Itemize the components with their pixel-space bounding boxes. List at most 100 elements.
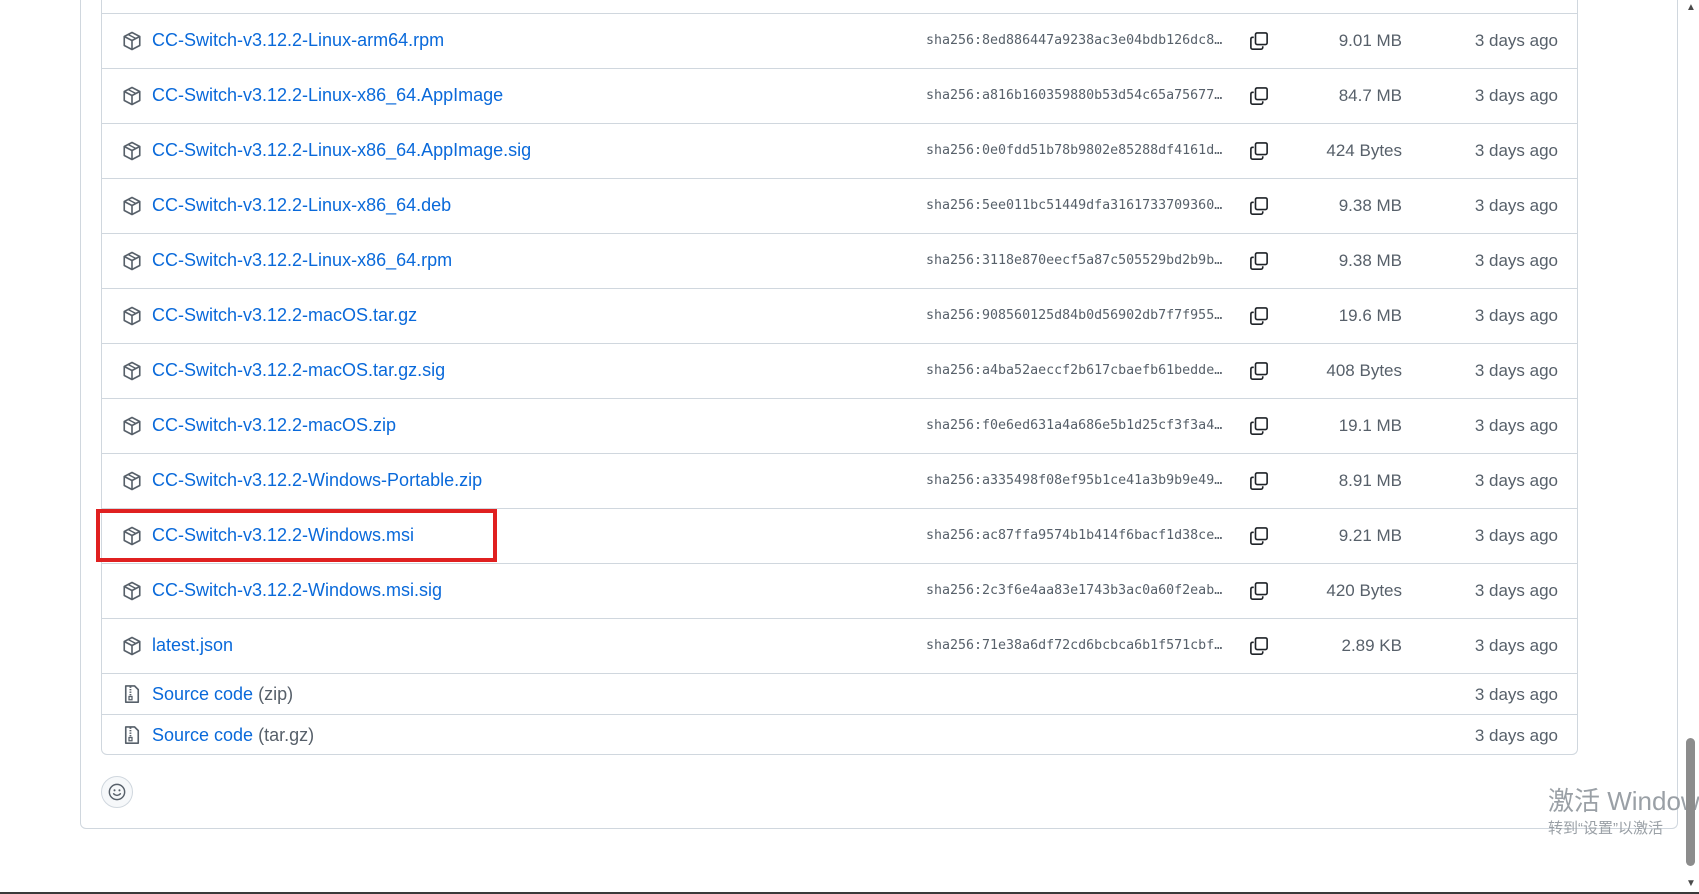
source-code-link[interactable]: Source code (zip) (152, 684, 293, 705)
asset-size: 2.89 KB (1341, 636, 1403, 655)
asset-row: CC-Switch-v3.12.2-macOS.zip sha256:f0e6ed… (102, 399, 1577, 454)
asset-date: 3 days ago (1474, 361, 1558, 380)
package-icon (122, 86, 142, 106)
copy-icon[interactable] (1249, 416, 1269, 436)
asset-date: 3 days ago (1474, 306, 1558, 325)
copy-icon[interactable] (1249, 251, 1269, 271)
asset-name-link[interactable]: CC-Switch-v3.12.2-Linux-x86_64.rpm (152, 250, 452, 271)
asset-size: 9.38 MB (1338, 251, 1402, 270)
source-code-date: 3 days ago (1474, 685, 1558, 704)
asset-size: 84.7 MB (1338, 86, 1402, 105)
source-code-format: (tar.gz) (258, 725, 315, 745)
scroll-down-arrow[interactable]: ▼ (1684, 878, 1698, 890)
asset-name-link[interactable]: CC-Switch-v3.12.2-macOS.tar.gz.sig (152, 360, 445, 381)
asset-sha256: sha256:3118e870eecf5a87c505529bd2b9b… (926, 253, 1223, 268)
asset-size: 420 Bytes (1326, 581, 1402, 600)
file-zip-icon (122, 725, 142, 745)
copy-icon[interactable] (1249, 361, 1269, 381)
asset-sha256: sha256:ac87ffa9574b1b414f6bacf1d38ce… (926, 528, 1223, 543)
copy-icon[interactable] (1249, 471, 1269, 491)
source-code-label: Source code (152, 725, 254, 745)
copy-icon[interactable] (1249, 141, 1269, 161)
file-zip-icon (122, 684, 142, 704)
add-reaction-button[interactable] (101, 776, 133, 808)
asset-name-link[interactable]: CC-Switch-v3.12.2-macOS.tar.gz (152, 305, 417, 326)
assets-list: CC-Switch-v3.12.2-Linux-arm64.rpm sha256:… (101, 0, 1578, 755)
asset-name-link[interactable]: CC-Switch-v3.12.2-Linux-x86_64.AppImage (152, 85, 503, 106)
asset-size: 408 Bytes (1326, 361, 1402, 380)
asset-row: CC-Switch-v3.12.2-Linux-x86_64.AppImage s… (102, 69, 1577, 124)
package-icon (122, 31, 142, 51)
asset-name-link[interactable]: CC-Switch-v3.12.2-Windows-Portable.zip (152, 470, 482, 491)
asset-name-link[interactable]: CC-Switch-v3.12.2-Linux-x86_64.deb (152, 195, 451, 216)
asset-date: 3 days ago (1474, 86, 1558, 105)
asset-size: 19.1 MB (1338, 416, 1402, 435)
asset-date: 3 days ago (1474, 196, 1558, 215)
asset-sha256: sha256:0e0fdd51b78b9802e85288df4161d… (926, 143, 1223, 158)
asset-sha256: sha256:71e38a6df72cd6bcbca6b1f571cbf… (926, 638, 1223, 653)
asset-row: CC-Switch-v3.12.2-Linux-x86_64.AppImage.… (102, 124, 1577, 179)
asset-row: CC-Switch-v3.12.2-macOS.tar.gz sha256:908… (102, 289, 1577, 344)
asset-size: 9.21 MB (1338, 526, 1402, 545)
asset-sha256: sha256:2c3f6e4aa83e1743b3ac0a60f2eab… (926, 583, 1223, 598)
asset-sha256: sha256:5ee011bc51449dfa3161733709360… (926, 198, 1223, 213)
asset-name-link[interactable]: CC-Switch-v3.12.2-Linux-arm64.rpm (152, 30, 444, 51)
asset-date: 3 days ago (1474, 636, 1558, 655)
copy-icon[interactable] (1249, 526, 1269, 546)
asset-row: CC-Switch-v3.12.2-Linux-x86_64.deb sha256… (102, 179, 1577, 234)
asset-name-link[interactable]: CC-Switch-v3.12.2-macOS.zip (152, 415, 396, 436)
asset-row: CC-Switch-v3.12.2-Linux-arm64.rpm sha256:… (102, 14, 1577, 69)
asset-row: CC-Switch-v3.12.2-Windows.msi sha256:ac87… (102, 509, 1577, 564)
asset-size: 9.01 MB (1338, 31, 1402, 50)
asset-sha256: sha256:a335498f08ef95b1ce41a3b9b9e49… (926, 473, 1223, 488)
package-icon (122, 526, 142, 546)
package-icon (122, 196, 142, 216)
source-code-format: (zip) (258, 684, 294, 704)
asset-row: CC-Switch-v3.12.2-Linux-x86_64.rpm sha256… (102, 234, 1577, 289)
watermark-subtitle: 转到“设置”以激活 (1548, 820, 1663, 837)
asset-date: 3 days ago (1474, 31, 1558, 50)
watermark-title: 激活 Window (1548, 786, 1699, 816)
asset-row: CC-Switch-v3.12.2-Windows.msi.sig sha256:… (102, 564, 1577, 619)
package-icon (122, 141, 142, 161)
asset-sha256: sha256:8ed886447a9238ac3e04bdb126dc8… (926, 33, 1223, 48)
asset-size: 9.38 MB (1338, 196, 1402, 215)
package-icon (122, 471, 142, 491)
source-code-label: Source code (152, 684, 254, 704)
copy-icon[interactable] (1249, 86, 1269, 106)
package-icon (122, 306, 142, 326)
source-code-link[interactable]: Source code (tar.gz) (152, 725, 314, 746)
asset-size: 424 Bytes (1326, 141, 1402, 160)
package-icon (122, 416, 142, 436)
copy-icon[interactable] (1249, 636, 1269, 656)
asset-sha256: sha256:a816b160359880b53d54c65a75677… (926, 88, 1223, 103)
asset-date: 3 days ago (1474, 526, 1558, 545)
asset-name-link[interactable]: CC-Switch-v3.12.2-Windows.msi.sig (152, 580, 442, 601)
asset-row: CC-Switch-v3.12.2-macOS.tar.gz.sig sha256… (102, 344, 1577, 399)
smiley-icon (108, 783, 126, 801)
asset-sha256: sha256:a4ba52aeccf2b617cbaefb61bedde… (926, 363, 1223, 378)
source-rows: Source code (zip) 3 days ago Source code (… (102, 674, 1577, 754)
asset-sha256: sha256:908560125d84b0d56902db7f7f955… (926, 308, 1223, 323)
asset-date: 3 days ago (1474, 416, 1558, 435)
package-icon (122, 581, 142, 601)
asset-name-link[interactable]: latest.json (152, 635, 233, 656)
copy-icon[interactable] (1249, 306, 1269, 326)
source-code-date: 3 days ago (1474, 726, 1558, 745)
copy-icon[interactable] (1249, 31, 1269, 51)
asset-row: CC-Switch-v3.12.2-Windows-Portable.zip sh… (102, 454, 1577, 509)
asset-rows: CC-Switch-v3.12.2-Linux-arm64.rpm sha256:… (102, 14, 1577, 674)
asset-date: 3 days ago (1474, 581, 1558, 600)
asset-date: 3 days ago (1474, 251, 1558, 270)
asset-size: 8.91 MB (1338, 471, 1402, 490)
package-icon (122, 636, 142, 656)
windows-activation-watermark: 激活 Window 转到“设置”以激活 (1548, 785, 1699, 839)
copy-icon[interactable] (1249, 196, 1269, 216)
scroll-up-arrow[interactable]: ▲ (1684, 2, 1698, 14)
asset-name-link[interactable]: CC-Switch-v3.12.2-Windows.msi (152, 525, 414, 546)
scrollbar-thumb[interactable] (1686, 738, 1695, 866)
source-code-row: Source code (tar.gz) 3 days ago (102, 715, 1577, 754)
asset-name-link[interactable]: CC-Switch-v3.12.2-Linux-x86_64.AppImage.… (152, 140, 531, 161)
copy-icon[interactable] (1249, 581, 1269, 601)
assets-list-top (102, 0, 1577, 14)
